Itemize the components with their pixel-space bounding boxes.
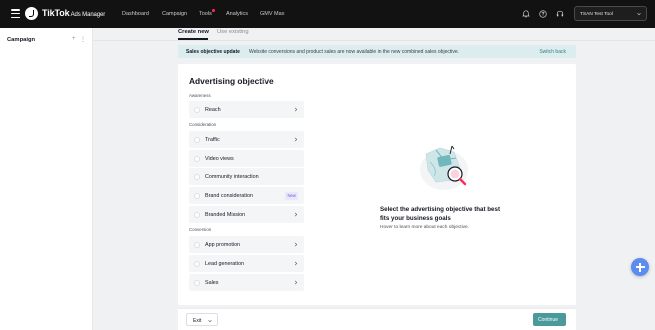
chevron-down-icon xyxy=(208,319,212,322)
empty-state-title: Select the advertising objective that be… xyxy=(380,206,501,222)
option-label: Community interaction xyxy=(205,173,259,180)
option-label: Sales xyxy=(205,279,219,286)
radio-icon xyxy=(194,241,200,248)
top-navigation-bar: TikTokAds Manager Dashboard Campaign Too… xyxy=(0,0,655,28)
notification-dot xyxy=(212,9,215,12)
empty-state-hint: Hover to learn more about each objective… xyxy=(380,225,470,230)
new-badge: New xyxy=(285,191,299,200)
campaign-sidebar: Campaign + ⋮ xyxy=(0,28,93,330)
objective-illustration xyxy=(420,145,468,190)
objective-option-video-views[interactable]: Video views xyxy=(189,150,304,167)
account-name: TSAN Test Tool xyxy=(580,11,613,17)
option-label: Branded Mission xyxy=(205,211,246,218)
option-label: Video views xyxy=(205,155,234,162)
sales-objective-banner: Sales objective update Website conversio… xyxy=(178,45,576,58)
radio-icon xyxy=(194,155,200,162)
group-label-conversion: Conversion xyxy=(189,227,212,232)
chevron-down-icon xyxy=(637,12,641,16)
headset-icon[interactable] xyxy=(556,10,564,18)
radio-icon xyxy=(194,106,200,113)
nav-tools[interactable]: Tools xyxy=(199,11,212,17)
nav-gmv-max[interactable]: GMV Max xyxy=(260,11,284,17)
more-options-button[interactable]: ⋮ xyxy=(80,36,86,43)
info-icon[interactable] xyxy=(260,78,266,84)
objective-option-app-promotion[interactable]: App promotion xyxy=(189,236,304,253)
chevron-right-icon xyxy=(294,280,298,285)
objective-option-sales[interactable]: Sales xyxy=(189,274,304,291)
continue-button[interactable]: Continue xyxy=(533,313,566,326)
footer-bar: Exit Continue xyxy=(178,308,576,330)
radio-icon xyxy=(194,279,200,286)
objective-card: Advertising objective Awareness Reach Co… xyxy=(178,64,576,305)
banner-title: Sales objective update xyxy=(186,48,240,55)
chevron-right-icon xyxy=(294,212,298,217)
banner-message: Website conversions and product sales ar… xyxy=(249,48,460,55)
objective-option-branded-mission[interactable]: Branded Mission xyxy=(189,206,304,223)
exit-label: Exit xyxy=(193,317,202,324)
bell-icon[interactable] xyxy=(522,10,530,18)
sidebar-title: Campaign xyxy=(7,37,36,43)
floating-add-button[interactable] xyxy=(631,258,649,276)
objective-option-community-interaction[interactable]: Community interaction xyxy=(189,168,304,185)
radio-icon xyxy=(194,211,200,218)
chevron-right-icon xyxy=(294,242,298,247)
app-brand[interactable]: TikTokAds Manager xyxy=(42,8,105,18)
tab-create-new[interactable]: Create new xyxy=(178,29,209,35)
objective-option-reach[interactable]: Reach xyxy=(189,101,304,118)
continue-label: Continue xyxy=(538,316,559,323)
objective-option-lead-generation[interactable]: Lead generation xyxy=(189,255,304,272)
nav-analytics[interactable]: Analytics xyxy=(226,11,248,17)
radio-icon xyxy=(194,192,200,199)
account-selector[interactable]: TSAN Test Tool xyxy=(574,6,647,21)
option-label: Lead generation xyxy=(205,260,244,267)
radio-icon xyxy=(194,173,200,180)
group-label-consideration: Consideration xyxy=(189,122,217,127)
chevron-right-icon xyxy=(294,137,298,142)
help-icon[interactable] xyxy=(539,10,547,18)
nav-dashboard[interactable]: Dashboard xyxy=(122,11,149,17)
objective-option-traffic[interactable]: Traffic xyxy=(189,131,304,148)
option-label: Brand consideration xyxy=(205,192,253,199)
exit-button[interactable]: Exit xyxy=(186,313,218,326)
menu-icon[interactable] xyxy=(11,9,20,18)
group-label-awareness: Awareness xyxy=(189,93,211,98)
chevron-right-icon xyxy=(294,261,298,266)
nav-campaign[interactable]: Campaign xyxy=(162,11,187,17)
option-label: App promotion xyxy=(205,241,241,248)
option-label: Traffic xyxy=(205,136,220,143)
switch-back-link[interactable]: Switch back xyxy=(539,49,566,55)
chevron-right-icon xyxy=(294,107,298,112)
tab-use-existing[interactable]: Use existing xyxy=(217,29,249,35)
add-campaign-button[interactable]: + xyxy=(72,36,76,42)
tabs-divider xyxy=(93,39,655,41)
radio-icon xyxy=(194,136,200,143)
option-label: Reach xyxy=(205,106,221,113)
radio-icon xyxy=(194,260,200,267)
tiktok-logo-icon[interactable] xyxy=(25,7,38,20)
objective-option-brand-consideration[interactable]: Brand consideration New xyxy=(189,187,304,204)
